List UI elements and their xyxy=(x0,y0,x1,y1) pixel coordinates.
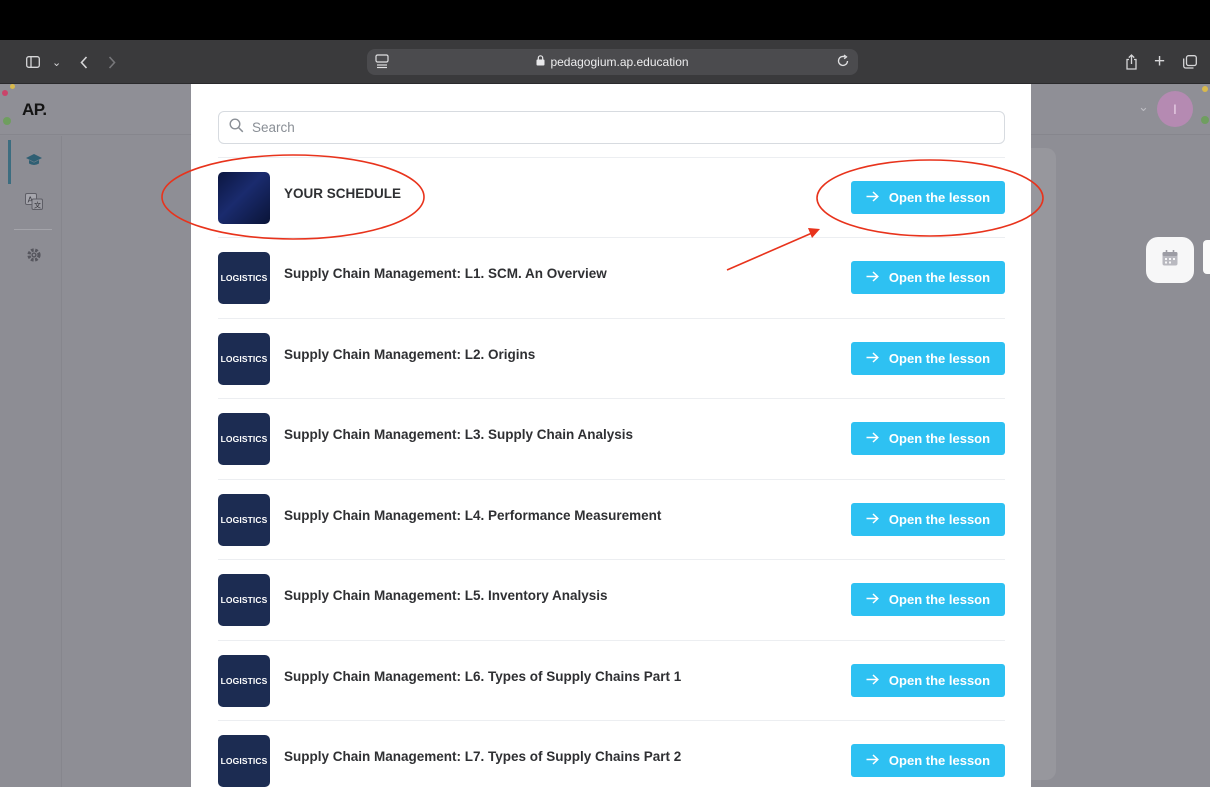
lesson-title: Supply Chain Management: L1. SCM. An Ove… xyxy=(284,266,607,281)
avatar[interactable]: I xyxy=(1157,91,1193,127)
lesson-title: Supply Chain Management: L7. Types of Su… xyxy=(284,749,682,764)
app-sidebar xyxy=(0,136,62,787)
lesson-title: Supply Chain Management: L3. Supply Chai… xyxy=(284,427,634,442)
lesson-thumbnail: LOGISTICS xyxy=(218,735,270,787)
arrow-right-icon xyxy=(866,270,879,285)
open-lesson-button[interactable]: Open the lesson xyxy=(851,583,1005,616)
forward-icon[interactable] xyxy=(108,40,116,84)
lesson-thumbnail xyxy=(218,172,270,224)
lesson-row: LOGISTICS Supply Chain Management: L2. O… xyxy=(218,318,1005,398)
lesson-title: Supply Chain Management: L2. Origins xyxy=(284,347,536,362)
arrow-right-icon xyxy=(866,673,879,688)
open-lesson-label: Open the lesson xyxy=(888,190,991,205)
lesson-row: LOGISTICS Supply Chain Management: L1. S… xyxy=(218,237,1005,317)
decoration xyxy=(3,117,11,125)
arrow-right-icon xyxy=(866,592,879,607)
lesson-title: Supply Chain Management: L4. Performance… xyxy=(284,508,662,523)
url-text: pedagogium.ap.education xyxy=(550,55,689,69)
open-lesson-label: Open the lesson xyxy=(888,753,991,768)
share-icon[interactable] xyxy=(1125,40,1138,84)
address-bar[interactable]: pedagogium.ap.education xyxy=(367,49,858,75)
sidebar-toggle-icon[interactable] xyxy=(26,40,40,84)
chevron-down-icon[interactable]: ⌄ xyxy=(52,40,61,84)
lesson-title: Supply Chain Management: L6. Types of Su… xyxy=(284,669,682,684)
decoration xyxy=(1202,86,1208,92)
back-icon[interactable] xyxy=(80,40,88,84)
lesson-row: YOUR SCHEDULE Open the lesson xyxy=(218,157,1005,237)
chevron-down-icon[interactable]: ⌄ xyxy=(1138,99,1149,115)
open-lesson-button[interactable]: Open the lesson xyxy=(851,664,1005,697)
lesson-thumbnail: LOGISTICS xyxy=(218,494,270,546)
open-lesson-button[interactable]: Open the lesson xyxy=(851,181,1005,214)
decoration xyxy=(1201,116,1209,124)
calendar-icon xyxy=(1161,249,1179,272)
lessons-modal: YOUR SCHEDULE Open the lesson LOGISTICS … xyxy=(191,84,1031,787)
search-icon xyxy=(229,117,244,138)
app-logo[interactable]: AP. xyxy=(22,100,47,120)
tabs-icon[interactable] xyxy=(1183,40,1197,84)
lesson-thumbnail: LOGISTICS xyxy=(218,413,270,465)
browser-toolbar: ⌄ pedagogium.ap.education + xyxy=(0,40,1210,84)
lock-icon xyxy=(536,55,545,69)
background-panel xyxy=(1028,148,1056,780)
open-lesson-label: Open the lesson xyxy=(888,351,991,366)
graduation-cap-icon[interactable] xyxy=(24,150,44,170)
open-lesson-button[interactable]: Open the lesson xyxy=(851,261,1005,294)
reload-icon[interactable] xyxy=(836,54,850,71)
lesson-row: LOGISTICS Supply Chain Management: L6. T… xyxy=(218,640,1005,720)
new-tab-icon[interactable]: + xyxy=(1154,40,1165,84)
lesson-thumbnail: LOGISTICS xyxy=(218,655,270,707)
lesson-row: LOGISTICS Supply Chain Management: L4. P… xyxy=(218,479,1005,559)
arrow-right-icon xyxy=(866,431,879,446)
open-lesson-label: Open the lesson xyxy=(888,270,991,285)
arrow-right-icon xyxy=(866,351,879,366)
lesson-title: Supply Chain Management: L5. Inventory A… xyxy=(284,588,608,603)
translate-icon[interactable]: A文 xyxy=(24,191,44,211)
open-lesson-button[interactable]: Open the lesson xyxy=(851,744,1005,777)
open-lesson-button[interactable]: Open the lesson xyxy=(851,422,1005,455)
sidebar-active-indicator xyxy=(8,140,11,184)
lesson-row: LOGISTICS Supply Chain Management: L7. T… xyxy=(218,720,1005,787)
arrow-right-icon xyxy=(866,753,879,768)
decoration xyxy=(2,90,8,96)
lesson-thumbnail: LOGISTICS xyxy=(218,333,270,385)
arrow-right-icon xyxy=(866,512,879,527)
open-lesson-label: Open the lesson xyxy=(888,673,991,688)
open-lesson-label: Open the lesson xyxy=(888,431,991,446)
lesson-row: LOGISTICS Supply Chain Management: L5. I… xyxy=(218,559,1005,639)
lesson-thumbnail: LOGISTICS xyxy=(218,574,270,626)
lesson-row: LOGISTICS Supply Chain Management: L3. S… xyxy=(218,398,1005,478)
search-box[interactable] xyxy=(218,111,1005,144)
lesson-title: YOUR SCHEDULE xyxy=(284,186,402,201)
open-lesson-label: Open the lesson xyxy=(888,592,991,607)
calendar-button[interactable] xyxy=(1146,237,1194,283)
panel-collapse-button[interactable] xyxy=(1203,240,1210,274)
open-lesson-button[interactable]: Open the lesson xyxy=(851,342,1005,375)
arrow-right-icon xyxy=(866,190,879,205)
gear-icon[interactable] xyxy=(24,245,44,265)
open-lesson-button[interactable]: Open the lesson xyxy=(851,503,1005,536)
decoration xyxy=(10,84,15,89)
sidebar-divider xyxy=(14,229,52,230)
svg-text:文: 文 xyxy=(34,200,41,209)
search-input[interactable] xyxy=(252,120,972,135)
open-lesson-label: Open the lesson xyxy=(888,512,991,527)
screen-top-bar xyxy=(0,0,1210,40)
lesson-thumbnail: LOGISTICS xyxy=(218,252,270,304)
